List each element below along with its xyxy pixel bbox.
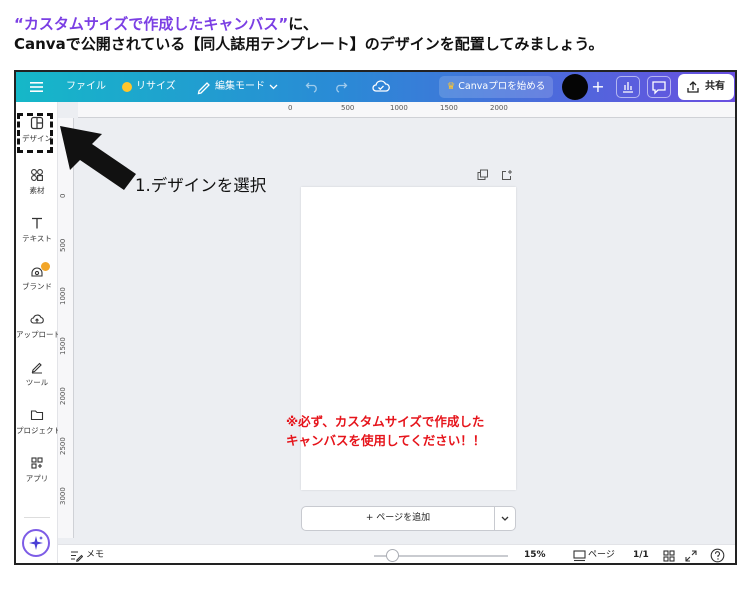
comments-button[interactable] bbox=[647, 76, 671, 98]
ruler-tick-label: 500 bbox=[59, 238, 67, 252]
upload-cloud-icon bbox=[30, 314, 44, 324]
ruler-tick-label: 1000 bbox=[390, 104, 408, 112]
redo-icon[interactable] bbox=[334, 79, 348, 93]
share-label: 共有 bbox=[705, 81, 725, 92]
premium-badge bbox=[41, 262, 50, 271]
instruction-line-2: Canvaで公開されている【同人誌用テンプレート】のデザインを配置してみましょう… bbox=[14, 35, 604, 53]
crown-icon: ♛ bbox=[446, 81, 456, 92]
sidebar-item-projects[interactable]: プロジェクト bbox=[16, 408, 61, 448]
add-page-button[interactable]: + ページを追加 bbox=[301, 506, 495, 531]
pointer-arrow-icon bbox=[60, 126, 136, 190]
share-button[interactable]: 共有 bbox=[678, 74, 734, 100]
add-collaborator-button[interactable]: + bbox=[588, 76, 608, 98]
elements-shapes-icon bbox=[31, 169, 43, 181]
sidebar-item-label: 素材 bbox=[29, 186, 45, 195]
top-toolbar: ファイル リサイズ 編集モード ♛ Canvaプロを始める + 共有 bbox=[16, 72, 735, 102]
sidebar-item-text[interactable]: テキスト bbox=[16, 216, 58, 256]
sidebar-item-uploads[interactable]: アップロード bbox=[16, 312, 61, 352]
cloud-check-icon[interactable] bbox=[372, 79, 390, 95]
sidebar-item-label: アップロード bbox=[16, 330, 61, 339]
bottom-bar: メモ 15% ページ 1/1 bbox=[58, 544, 735, 563]
avatar[interactable] bbox=[562, 74, 588, 100]
resize-icon bbox=[122, 82, 132, 92]
sidebar-item-brand[interactable]: ブランド bbox=[16, 262, 58, 304]
sidebar-item-apps[interactable]: アプリ bbox=[16, 456, 58, 496]
ruler-tick-label: 1500 bbox=[59, 337, 67, 355]
duplicate-page-icon[interactable] bbox=[477, 169, 489, 181]
pages-button[interactable]: ページ bbox=[588, 545, 615, 563]
edit-mode-dropdown[interactable]: 編集モード bbox=[215, 72, 265, 102]
sidebar-divider bbox=[24, 517, 50, 518]
pen-tool-icon bbox=[31, 362, 42, 374]
instruction-heading: “カスタムサイズで作成したキャンバス”に、 Canvaで公開されている【同人誌用… bbox=[14, 14, 744, 54]
file-menu[interactable]: ファイル bbox=[66, 72, 106, 102]
warning-note-line-1: ※必ず、カスタムサイズで作成した bbox=[286, 414, 485, 429]
left-sidebar: デザイン 素材 テキスト ブランド アップロード ツール プロジェクト アプリ bbox=[16, 102, 61, 563]
share-upload-icon bbox=[687, 81, 699, 93]
sidebar-item-label: テキスト bbox=[22, 234, 52, 243]
sidebar-item-label: プロジェクト bbox=[16, 426, 61, 435]
bar-chart-icon bbox=[623, 82, 633, 93]
add-page-icon[interactable] bbox=[501, 169, 513, 181]
zoom-level[interactable]: 15% bbox=[524, 545, 546, 563]
zoom-slider-thumb[interactable] bbox=[386, 549, 399, 562]
ruler-tick-label: 0 bbox=[288, 104, 293, 112]
step-annotation: 1.デザインを選択 bbox=[135, 176, 267, 195]
warning-note-line-2: キャンバスを使用してください！！ bbox=[286, 433, 486, 448]
ruler-tick-label: 0 bbox=[59, 193, 67, 198]
ruler-tick-label: 1500 bbox=[440, 104, 458, 112]
folder-icon bbox=[30, 410, 44, 421]
fullscreen-icon[interactable] bbox=[685, 550, 697, 562]
help-icon[interactable] bbox=[710, 548, 725, 563]
ruler-tick-label: 1000 bbox=[59, 287, 67, 305]
chevron-down-icon bbox=[501, 516, 509, 521]
ruler-tick-label: 3000 bbox=[59, 487, 67, 505]
text-t-icon bbox=[32, 217, 42, 229]
sidebar-item-tools[interactable]: ツール bbox=[16, 360, 58, 400]
ruler-horizontal: 0 500 1000 1500 2000 bbox=[78, 102, 735, 118]
page-count: 1/1 bbox=[633, 550, 649, 560]
selection-highlight-box bbox=[17, 113, 53, 153]
instruction-highlight: “カスタムサイズで作成したキャンバス” bbox=[14, 15, 289, 33]
add-page-dropdown[interactable] bbox=[494, 506, 516, 531]
ruler-tick-label: 500 bbox=[341, 104, 355, 112]
grid-view-icon[interactable] bbox=[663, 550, 675, 562]
chevron-down-icon bbox=[269, 84, 278, 90]
undo-icon[interactable] bbox=[305, 79, 319, 93]
magic-button[interactable] bbox=[22, 529, 50, 557]
pencil-icon bbox=[197, 82, 210, 95]
comment-icon bbox=[652, 81, 666, 95]
apps-grid-icon bbox=[31, 457, 43, 469]
notes-icon bbox=[71, 551, 83, 562]
ruler-tick-label: 2000 bbox=[490, 104, 508, 112]
ruler-tick-label: 2000 bbox=[59, 387, 67, 405]
warning-note: ※必ず、カスタムサイズで作成した キャンバスを使用してください！！ bbox=[286, 412, 546, 450]
insights-button[interactable] bbox=[616, 76, 640, 98]
instruction-line-1-rest: に、 bbox=[288, 15, 318, 33]
sidebar-item-label: アプリ bbox=[25, 474, 49, 483]
sidebar-item-elements[interactable]: 素材 bbox=[16, 168, 58, 208]
instruction-line-1: “カスタムサイズで作成したキャンバス”に、 bbox=[14, 14, 744, 34]
resize-button[interactable]: リサイズ bbox=[136, 72, 176, 102]
upgrade-label: Canvaプロを始める bbox=[458, 81, 546, 92]
ruler-tick-label: 2500 bbox=[59, 437, 67, 455]
sidebar-item-label: ブランド bbox=[22, 282, 52, 291]
hamburger-icon[interactable] bbox=[30, 81, 43, 93]
upgrade-button[interactable]: ♛ Canvaプロを始める bbox=[439, 76, 553, 98]
magic-sparkle-icon bbox=[29, 536, 43, 550]
notes-button[interactable]: メモ bbox=[86, 545, 104, 563]
pages-icon bbox=[573, 550, 586, 562]
sidebar-item-label: ツール bbox=[25, 378, 49, 387]
